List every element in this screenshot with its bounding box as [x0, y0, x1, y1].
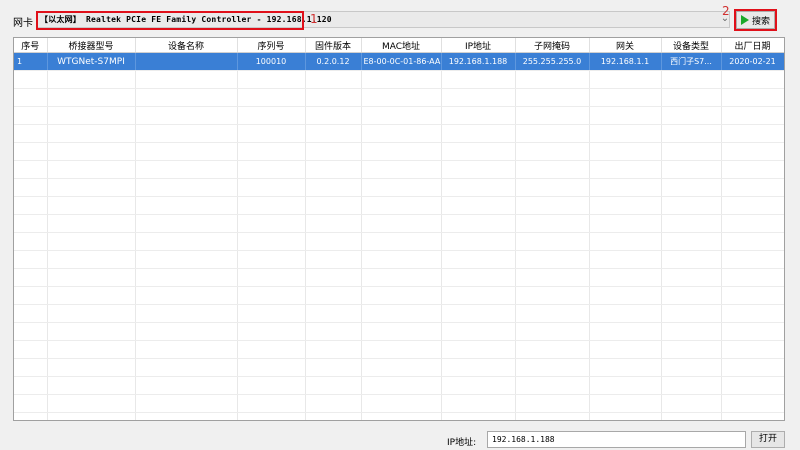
- empty-row: [14, 196, 784, 215]
- column-header-device-name[interactable]: 设备名称: [135, 38, 238, 53]
- column-header-device-type[interactable]: 设备类型: [661, 38, 722, 53]
- play-icon: [740, 15, 749, 25]
- column-header-gateway[interactable]: 网关: [589, 38, 662, 53]
- column-header-subnet[interactable]: 子网掩码: [515, 38, 590, 53]
- cell-index: 1: [14, 52, 48, 71]
- empty-row: [14, 106, 784, 125]
- cell-ip: 192.168.1.188: [441, 52, 516, 71]
- table-header-row: 序号 桥接器型号 设备名称 序列号 固件版本 MAC地址 IP地址 子网掩码 网…: [14, 38, 784, 53]
- column-header-mac[interactable]: MAC地址: [361, 38, 442, 53]
- column-header-model[interactable]: 桥接器型号: [47, 38, 136, 53]
- column-header-date[interactable]: 出厂日期: [721, 38, 784, 53]
- empty-row: [14, 142, 784, 161]
- empty-row: [14, 214, 784, 233]
- empty-row: [14, 232, 784, 251]
- ip-address-input[interactable]: 192.168.1.188: [487, 431, 746, 448]
- cell-date: 2020-02-21: [721, 52, 784, 71]
- empty-row: [14, 358, 784, 377]
- empty-row: [14, 340, 784, 359]
- empty-row: [14, 304, 784, 323]
- empty-row: [14, 70, 784, 89]
- empty-row: [14, 160, 784, 179]
- table-row[interactable]: 1 WTGNet-S7MPI 100010 0.2.0.12 E8-00-0C-…: [14, 52, 784, 71]
- search-button-label: 搜索: [751, 16, 770, 27]
- empty-row: [14, 250, 784, 269]
- empty-row: [14, 322, 784, 341]
- empty-row: [14, 412, 784, 420]
- cell-mac: E8-00-0C-01-86-AA: [361, 52, 442, 71]
- callout-2: 2: [722, 4, 730, 18]
- cell-serial: 100010: [237, 52, 306, 71]
- cell-gateway: 192.168.1.1: [589, 52, 662, 71]
- cell-firmware: 0.2.0.12: [305, 52, 362, 71]
- column-header-serial[interactable]: 序列号: [237, 38, 306, 53]
- empty-row: [14, 286, 784, 305]
- open-button[interactable]: 打开: [751, 431, 785, 448]
- cell-subnet: 255.255.255.0: [515, 52, 590, 71]
- cell-model: WTGNet-S7MPI: [47, 52, 136, 71]
- cell-device-name: [135, 52, 238, 71]
- empty-row: [14, 178, 784, 197]
- highlight-box-1: [36, 11, 304, 30]
- device-table[interactable]: 序号 桥接器型号 设备名称 序列号 固件版本 MAC地址 IP地址 子网掩码 网…: [13, 37, 785, 421]
- empty-row: [14, 268, 784, 287]
- column-header-ip[interactable]: IP地址: [441, 38, 516, 53]
- empty-row: [14, 394, 784, 413]
- empty-row: [14, 376, 784, 395]
- nic-label: 网卡: [13, 18, 33, 29]
- empty-row: [14, 88, 784, 107]
- ip-address-label: IP地址:: [447, 438, 477, 448]
- empty-row: [14, 124, 784, 143]
- callout-1: 1: [310, 12, 318, 26]
- column-header-firmware[interactable]: 固件版本: [305, 38, 362, 53]
- search-button[interactable]: 搜索: [736, 11, 775, 29]
- cell-device-type: 西门子S7...: [661, 52, 722, 71]
- column-header-index[interactable]: 序号: [14, 38, 48, 53]
